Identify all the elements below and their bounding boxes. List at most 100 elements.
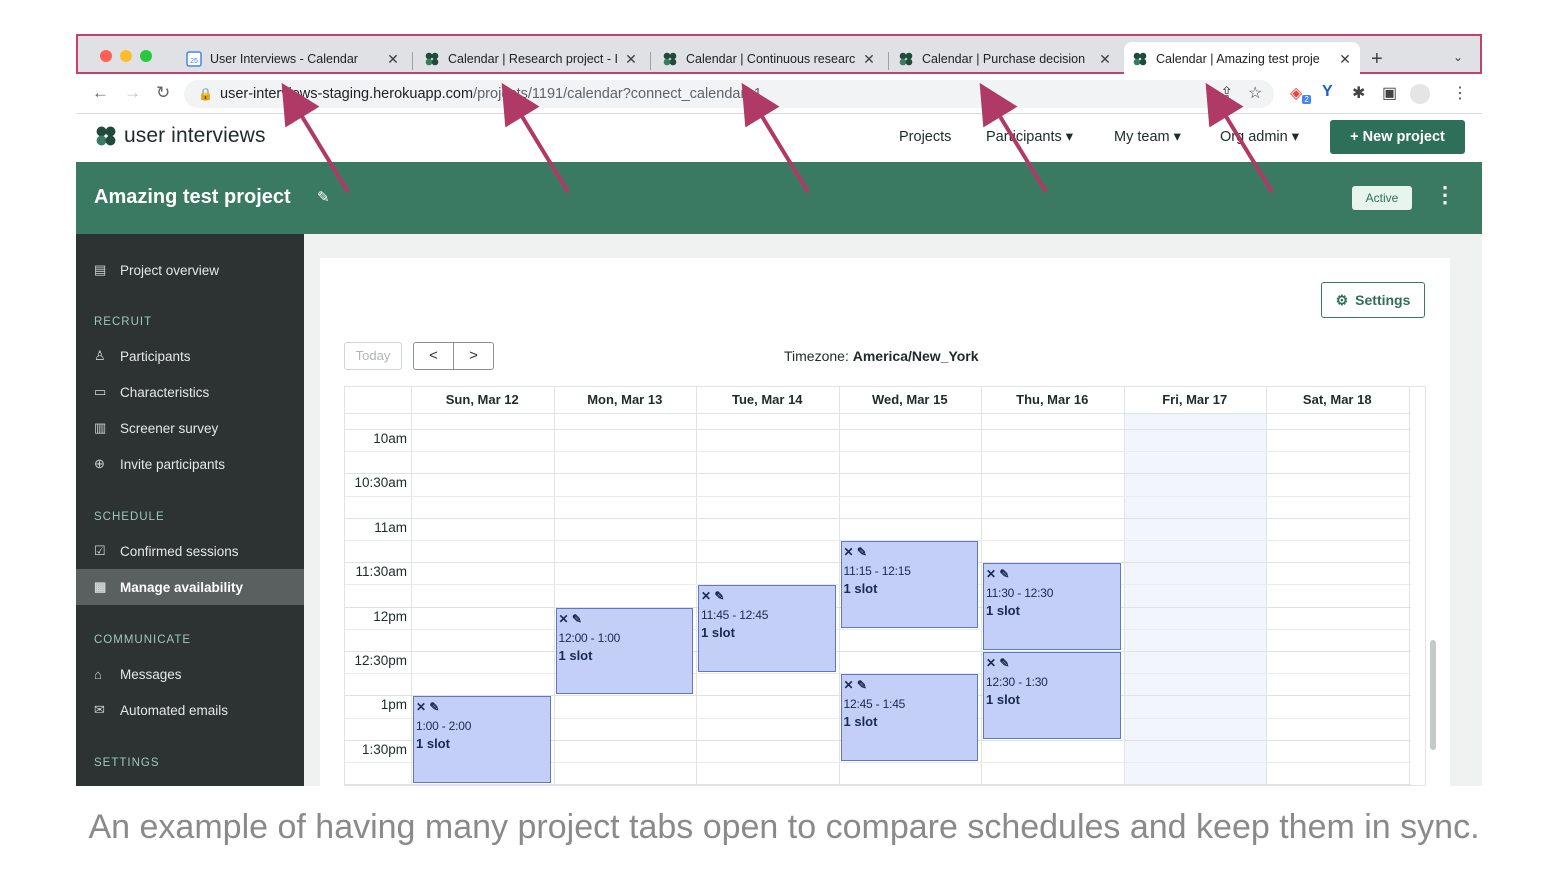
back-arrow-icon[interactable]: ← (92, 83, 109, 103)
edit-pencil-icon[interactable]: ✎ (317, 188, 330, 206)
edit-pencil-icon[interactable]: ✎ (426, 700, 439, 714)
new-project-button[interactable]: + New project (1330, 120, 1465, 154)
close-tab-icon[interactable]: ✕ (1338, 51, 1352, 68)
calendar-check-icon: ☑ (94, 543, 106, 558)
nav-org-admin[interactable]: Org admin ▾ (1220, 129, 1299, 145)
edit-pencil-icon[interactable]: ✎ (854, 678, 867, 692)
browser-tab[interactable]: 25 User Interviews - Calendar ✕ (178, 42, 408, 76)
availability-block[interactable]: ✕ ✎ 12:00 - 1:00 1 slot (555, 607, 693, 695)
availability-block-actions: ✕ ✎ (701, 588, 833, 606)
new-tab-button[interactable]: + (1371, 48, 1383, 71)
calendar-card: ⚙ Settings Today < > Timezone: America/N… (320, 258, 1450, 786)
browser-tab[interactable]: Calendar | Purchase decision ✕ (890, 42, 1120, 76)
sidebar-item-confirmed-sessions[interactable]: ☑ Confirmed sessions (76, 533, 304, 569)
delete-x-icon[interactable]: ✕ (986, 656, 996, 670)
sidebar-item-characteristics[interactable]: ▭ Characteristics (76, 374, 304, 410)
maximize-window-button[interactable] (140, 50, 152, 62)
url-path: /projects/1191/calendar?connect_calendar… (473, 86, 762, 102)
edit-pencil-icon[interactable]: ✎ (711, 589, 724, 603)
nav-projects[interactable]: Projects (899, 129, 951, 145)
delete-x-icon[interactable]: ✕ (701, 589, 711, 603)
project-banner: Amazing test project ✎ Active ⋮ (76, 162, 1482, 234)
day-column-header: Tue, Mar 14 (731, 392, 803, 407)
share-icon[interactable]: ⇪ (1220, 83, 1233, 103)
edit-pencil-icon[interactable]: ✎ (996, 656, 1009, 670)
timezone-display: Timezone: America/New_York (784, 348, 979, 364)
minimize-window-button[interactable] (120, 50, 132, 62)
calendar-scrollbar-thumb[interactable] (1430, 640, 1436, 750)
tab-title: Calendar | Amazing test proje (1156, 52, 1320, 66)
nav-my-team[interactable]: My team ▾ (1114, 129, 1181, 145)
lock-icon: 🔒 (198, 87, 213, 101)
address-bar[interactable]: 🔒 user-interviews-staging.herokuapp.com/… (184, 80, 1274, 108)
sidebar-item-label: Participants (120, 348, 191, 364)
project-menu-kebab-icon[interactable]: ⋮ (1434, 182, 1456, 208)
availability-block[interactable]: ✕ ✎ 11:45 - 12:45 1 slot (698, 585, 836, 673)
close-tab-icon[interactable]: ✕ (1098, 51, 1112, 68)
bookmark-star-icon[interactable]: ☆ (1248, 83, 1262, 103)
prev-week-button[interactable]: < (413, 342, 454, 370)
user-interviews-logo-icon (96, 126, 116, 146)
time-label: 11am (374, 519, 407, 535)
browser-menu-icon[interactable]: ⋮ (1452, 83, 1468, 103)
app-logo[interactable]: user interviews (94, 124, 266, 148)
time-gridline (345, 429, 1411, 430)
browser-tab-active[interactable]: Calendar | Amazing test proje ✕ (1124, 42, 1360, 76)
forward-arrow-icon[interactable]: → (124, 83, 141, 103)
extension-y-icon[interactable]: Y (1322, 83, 1333, 101)
user-interviews-logo-icon (425, 52, 439, 66)
sidebar-item-automated-emails[interactable]: ✉ Automated emails (76, 692, 304, 728)
sidebar-item-invite-participants[interactable]: ⊕ Invite participants (76, 446, 304, 482)
clipboard-icon: ▥ (94, 420, 107, 435)
close-tab-icon[interactable]: ✕ (862, 51, 876, 68)
calendar-icon: ▦ (94, 579, 107, 594)
availability-block-actions: ✕ ✎ (559, 611, 691, 629)
status-badge: Active (1352, 186, 1412, 210)
availability-block[interactable]: ✕ ✎ 12:45 - 1:45 1 slot (840, 674, 978, 761)
close-tab-icon[interactable]: ✕ (624, 51, 638, 68)
delete-x-icon[interactable]: ✕ (986, 567, 996, 581)
edit-pencil-icon[interactable]: ✎ (569, 612, 582, 626)
plus-circle-icon: ⊕ (94, 456, 105, 471)
reload-icon[interactable]: ↻ (156, 83, 170, 103)
settings-button[interactable]: ⚙ Settings (1321, 282, 1425, 318)
extension-icon[interactable]: ◈ 2 (1290, 83, 1311, 105)
week-calendar-grid[interactable]: Sun, Mar 12 Mon, Mar 13 Tue, Mar 14 Wed, Ma… (344, 386, 1426, 786)
delete-x-icon[interactable]: ✕ (559, 612, 569, 626)
browser-tab[interactable]: Calendar | Continuous researc ✕ (654, 42, 884, 76)
sidebar-item-label: Automated emails (120, 702, 229, 718)
availability-block[interactable]: ✕ ✎ 1:00 - 2:00 1 slot (413, 696, 551, 784)
side-panel-icon[interactable]: ▣ (1382, 83, 1397, 103)
close-window-button[interactable] (100, 50, 112, 62)
sidebar-item-participants[interactable]: ♙ Participants (76, 338, 304, 374)
day-column-header: Mon, Mar 13 (587, 392, 663, 407)
edit-pencil-icon[interactable]: ✎ (854, 545, 867, 559)
availability-slots: 1 slot (416, 736, 450, 752)
availability-time: 11:45 - 12:45 (701, 608, 769, 623)
sidebar-item-label: Project overview (120, 262, 220, 278)
availability-time: 11:15 - 12:15 (843, 564, 911, 578)
sidebar-item-messages[interactable]: ⌂ Messages (76, 656, 304, 692)
sidebar-section-settings: SETTINGS (94, 757, 160, 769)
availability-block[interactable]: ✕ ✎ 12:30 - 1:30 1 slot (983, 652, 1121, 739)
id-card-icon: ▭ (94, 384, 107, 399)
sidebar-item-screener-survey[interactable]: ▥ Screener survey (76, 410, 304, 446)
availability-block[interactable]: ✕ ✎ 11:15 - 12:15 1 slot (840, 541, 978, 628)
sidebar-item-manage-availability[interactable]: ▦ Manage availability (76, 569, 304, 605)
nav-participants[interactable]: Participants ▾ (986, 129, 1073, 145)
sidebar-item-project-overview[interactable]: ▤ Project overview (76, 252, 304, 288)
availability-slots: 1 slot (701, 625, 735, 641)
calendar-scrollbar[interactable] (1430, 386, 1436, 786)
delete-x-icon[interactable]: ✕ (844, 545, 854, 559)
close-tab-icon[interactable]: ✕ (386, 51, 400, 68)
tab-search-chevron-icon[interactable]: ⌄ (1453, 50, 1463, 64)
puzzle-extensions-icon[interactable]: ✱ (1352, 83, 1365, 103)
today-button[interactable]: Today (344, 342, 402, 370)
browser-tab[interactable]: Calendar | Research project - I ✕ (416, 42, 646, 76)
next-week-button[interactable]: > (453, 342, 494, 370)
profile-avatar[interactable] (1410, 84, 1430, 104)
edit-pencil-icon[interactable]: ✎ (996, 567, 1009, 581)
delete-x-icon[interactable]: ✕ (416, 700, 426, 714)
delete-x-icon[interactable]: ✕ (844, 678, 854, 692)
availability-block[interactable]: ✕ ✎ 11:30 - 12:30 1 slot (983, 563, 1121, 650)
